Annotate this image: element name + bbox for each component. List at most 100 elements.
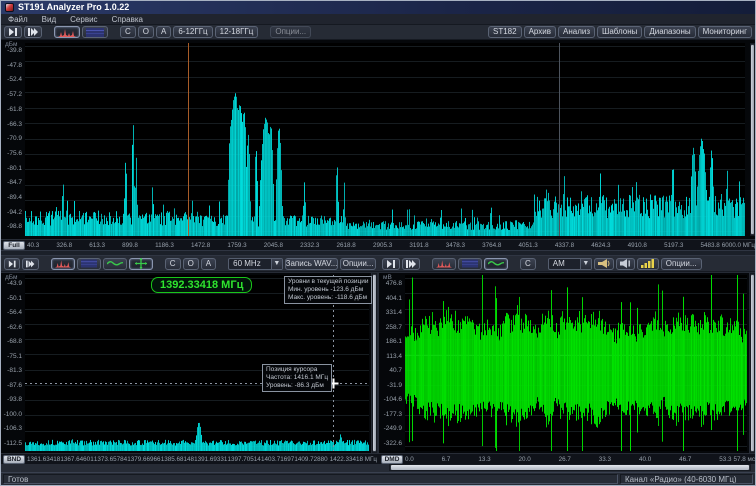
x-tick-label: 13.3 xyxy=(478,456,490,463)
main-range-badge[interactable]: Full xyxy=(3,241,25,250)
options-button-top[interactable]: Опции... xyxy=(270,26,311,38)
demod-panel: С AM ▼ Опции... мВ 476.8404.1331.4258.71… xyxy=(379,256,756,472)
waveform-view-button[interactable] xyxy=(484,258,508,270)
tool-button[interactable]: Шаблоны xyxy=(597,26,642,38)
main-vertical-scrollbar[interactable] xyxy=(750,43,755,236)
levels-info-max: Макс. уровень: -118.6 дБм xyxy=(288,294,368,302)
step-forward-icon xyxy=(406,260,416,268)
zoom-range-badge[interactable]: BND xyxy=(3,455,25,464)
zoom-x-edge-label: 1422.33418 МГц xyxy=(328,456,379,463)
x-tick-label: 4337.8 xyxy=(555,242,574,249)
wave-icon xyxy=(488,259,504,268)
tool-button[interactable]: Архив xyxy=(524,26,556,38)
smooth-trace-button[interactable] xyxy=(103,258,127,270)
right-button-group: ST182АрхивАнализШаблоныДиапазоныМонитори… xyxy=(488,26,752,38)
main-y-axis: -39.8-47.8-52.4-57.2-61.8-66.3-70.9-75.6… xyxy=(1,48,22,231)
mode-button[interactable]: А xyxy=(201,258,216,270)
step-forward-button[interactable] xyxy=(402,258,420,270)
y-tick-label: 113.4 xyxy=(386,354,402,361)
tuned-frequency-label[interactable]: 1392.33418 МГц xyxy=(151,277,252,293)
y-tick-label: -322.6 xyxy=(384,441,402,448)
demod-waveform-plot[interactable] xyxy=(405,275,747,451)
x-tick-label: 2905.3 xyxy=(373,242,392,249)
main-x-edge-label: 6000.0 МГц xyxy=(720,242,756,249)
menu-item[interactable]: Файл xyxy=(1,14,35,25)
y-tick-label: 258.7 xyxy=(386,325,402,332)
band-button[interactable]: 12-18ГГц xyxy=(215,26,259,38)
y-tick-label: -87.6 xyxy=(7,383,22,390)
main-x-axis: Full 40.3326.8613.3899.81186.31472.81759… xyxy=(1,239,756,250)
demod-vertical-scrollbar[interactable] xyxy=(750,273,755,453)
record-wav-button[interactable]: Запись WAV... xyxy=(285,258,338,270)
y-tick-label: 186.1 xyxy=(386,339,402,346)
x-tick-label: 1409.72880 xyxy=(294,456,327,463)
waterfall-view-button[interactable] xyxy=(458,258,482,270)
step-forward-button[interactable] xyxy=(24,26,42,38)
menu-item[interactable]: Справка xyxy=(105,14,150,25)
x-tick-label: 1472.8 xyxy=(191,242,210,249)
y-tick-label: 476.8 xyxy=(386,281,402,288)
demod-mode-dropdown[interactable]: AM ▼ xyxy=(548,258,592,270)
tool-button[interactable]: ST182 xyxy=(488,26,522,38)
tool-button[interactable]: Диапазоны xyxy=(644,26,695,38)
options-button-zoom[interactable]: Опции... xyxy=(340,258,376,270)
mode-button[interactable]: А xyxy=(156,26,171,38)
options-button-demod[interactable]: Опции... xyxy=(661,258,702,270)
demod-range-badge[interactable]: DMD xyxy=(381,455,403,464)
y-tick-label: -104.6 xyxy=(384,397,402,404)
mode-button[interactable]: С xyxy=(165,258,181,270)
app-window: ST191 Analyzer Pro 1.0.22 ФайлВидСервисС… xyxy=(0,0,756,486)
y-tick-label: -50.1 xyxy=(7,296,22,303)
speaker-button[interactable] xyxy=(616,258,635,270)
waterfall-view-button[interactable] xyxy=(77,258,101,270)
mode-button[interactable]: О xyxy=(138,26,154,38)
x-tick-label: 33.3 xyxy=(599,456,611,463)
y-tick-label: 331.4 xyxy=(386,310,402,317)
play-pause-button[interactable] xyxy=(4,258,20,270)
spectrum-view-button[interactable] xyxy=(51,258,75,270)
tool-button[interactable]: Мониторинг xyxy=(698,26,752,38)
mode-button-group: СОА xyxy=(120,26,171,38)
menu-item[interactable]: Вид xyxy=(35,14,63,25)
level-meter-button[interactable] xyxy=(637,258,659,270)
play-pause-button[interactable] xyxy=(4,26,22,38)
tool-button[interactable]: Анализ xyxy=(558,26,595,38)
menu-item[interactable]: Сервис xyxy=(63,14,104,25)
waterfall-icon xyxy=(86,28,104,37)
spectrum-view-button[interactable] xyxy=(54,26,80,38)
zoom-y-axis: -43.9-50.1-56.4-62.6-68.8-75.1-81.3-87.6… xyxy=(1,281,22,447)
mode-button[interactable]: С xyxy=(120,26,136,38)
spectrum-icon xyxy=(55,259,71,268)
zoom-vertical-scrollbar[interactable] xyxy=(372,273,377,453)
app-icon xyxy=(5,3,14,12)
x-tick-label: 3191.8 xyxy=(409,242,428,249)
levels-info-box: Уровни в текущей позиции Мин. уровень -1… xyxy=(284,276,372,304)
waterfall-icon xyxy=(81,259,97,268)
span-dropdown[interactable]: 60 MHz ▼ xyxy=(228,258,283,270)
x-tick-label: 1759.3 xyxy=(227,242,246,249)
demod-horizontal-scrollbar[interactable] xyxy=(389,464,751,471)
horn-output-button[interactable] xyxy=(594,258,614,270)
x-tick-label: 899.8 xyxy=(122,242,138,249)
y-tick-label: -84.7 xyxy=(7,180,22,187)
y-tick-label: -52.4 xyxy=(7,77,22,84)
band-button-group: 6-12ГГц12-18ГГц xyxy=(173,26,258,38)
x-tick-label: 1391.69331 xyxy=(194,456,227,463)
waterfall-view-button[interactable] xyxy=(82,26,108,38)
x-tick-label: 1385.68148 xyxy=(161,456,194,463)
zoom-panel: СОА 60 MHz ▼ Запись WAV... Опции... дБм … xyxy=(1,256,379,472)
mode-button[interactable]: С xyxy=(520,258,536,270)
cursor-info-freq: Частота: 1416.1 МГц xyxy=(266,374,328,382)
mode-button[interactable]: О xyxy=(183,258,199,270)
band-button[interactable]: 6-12ГГц xyxy=(173,26,212,38)
cursor-mode-button[interactable] xyxy=(129,258,153,270)
step-forward-button[interactable] xyxy=(22,258,38,270)
x-tick-label: 2045.8 xyxy=(264,242,283,249)
x-tick-label: 20.0 xyxy=(518,456,530,463)
title-bar[interactable]: ST191 Analyzer Pro 1.0.22 xyxy=(1,1,755,14)
x-tick-label: 2618.8 xyxy=(337,242,356,249)
spectrum-view-button[interactable] xyxy=(432,258,456,270)
main-spectrum-plot[interactable] xyxy=(25,43,745,236)
play-pause-button[interactable] xyxy=(382,258,400,270)
x-tick-label: 1186.3 xyxy=(155,242,174,249)
